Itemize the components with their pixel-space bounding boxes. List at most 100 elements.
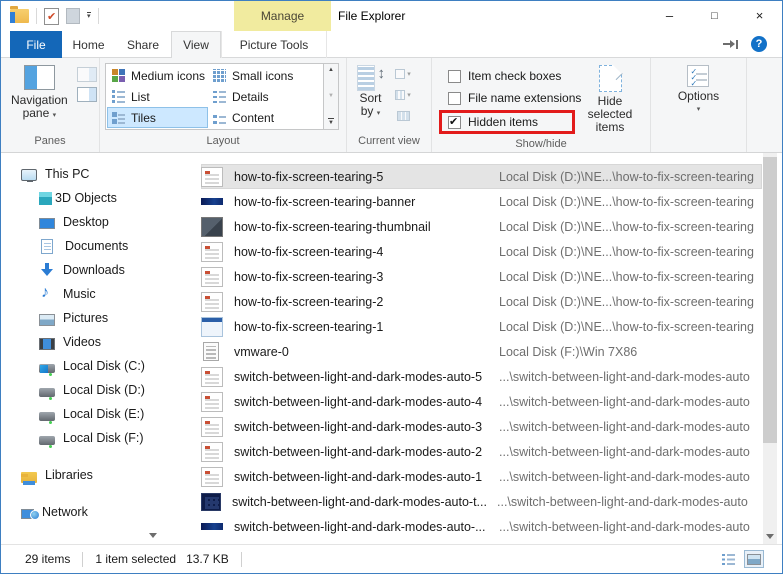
layout-option[interactable]: Tiles (107, 107, 208, 128)
layout-option[interactable]: Small icons (208, 65, 309, 86)
sidebar-item-icon (39, 192, 52, 205)
file-name: switch-between-light-and-dark-modes-auto… (234, 469, 483, 484)
file-thumbnail-icon (203, 342, 219, 361)
window-controls: – □ × (647, 1, 782, 30)
file-row[interactable]: vmware-0 Local Disk (F:)\Win 7X86 (201, 339, 762, 364)
sidebar-item[interactable]: Documents (1, 234, 161, 258)
new-folder-icon[interactable] (66, 8, 80, 24)
sidebar-item[interactable]: Local Disk (C:) (1, 354, 161, 378)
layout-option[interactable]: Content (208, 107, 309, 128)
file-row[interactable]: how-to-fix-screen-tearing-5 Local Disk (… (201, 164, 762, 189)
layout-option-label: Details (232, 89, 269, 104)
add-columns-button[interactable]: ▾ (392, 86, 414, 104)
file-row[interactable]: switch-between-light-and-dark-modes-auto… (201, 464, 762, 489)
quick-access-toolbar: ▾ (1, 1, 99, 31)
scroll-up-icon[interactable]: ▲ (328, 67, 334, 73)
scroll-down-icon[interactable] (766, 534, 774, 539)
tab-picture-tools[interactable]: Picture Tools (221, 31, 327, 58)
file-list-scrollbar[interactable] (763, 153, 777, 544)
show-hide-checkbox-row[interactable]: Hidden items (439, 110, 575, 134)
sidebar-item[interactable]: This PC (1, 162, 161, 186)
sidebar-item[interactable]: 3D Objects (1, 186, 161, 210)
checkbox[interactable] (448, 69, 461, 83)
options-button[interactable]: Options ▾ (673, 63, 724, 118)
layout-option-label: Medium icons (131, 68, 206, 83)
file-location: Local Disk (D:)\NE...\how-to-fix-screen-… (499, 194, 754, 209)
details-pane-button[interactable] (76, 87, 97, 102)
customize-quick-access-icon[interactable]: ▾ (87, 12, 91, 20)
file-row[interactable]: how-to-fix-screen-tearing-3 Local Disk (… (201, 264, 762, 289)
sidebar-item-icon (39, 262, 55, 278)
sidebar-item[interactable]: Network (1, 500, 161, 524)
file-row[interactable]: switch-between-light-and-dark-modes-auto… (201, 439, 762, 464)
title-bar: ▾ Manage File Explorer – □ × (1, 1, 782, 31)
sidebar-item[interactable]: Local Disk (D:) (1, 378, 161, 402)
sidebar-item[interactable]: Desktop (1, 210, 161, 234)
checkbox[interactable] (448, 91, 461, 105)
tab-home[interactable]: Home (62, 31, 115, 58)
checkbox[interactable] (448, 115, 461, 129)
show-hide-checkbox-row[interactable]: Item check boxes (439, 66, 575, 86)
checkbox-label: File name extensions (468, 91, 582, 105)
file-row[interactable]: how-to-fix-screen-tearing-1 Local Disk (… (201, 314, 762, 339)
file-row[interactable]: how-to-fix-screen-tearing-4 Local Disk (… (201, 239, 762, 264)
contextual-tab-manage[interactable]: Manage (234, 1, 331, 31)
scroll-down-icon[interactable]: ▼ (328, 93, 334, 99)
tab-file[interactable]: File (10, 31, 62, 58)
sidebar-item-label: This PC (45, 167, 90, 181)
close-button[interactable]: × (737, 1, 782, 30)
show-hide-checkbox-row[interactable]: File name extensions (439, 88, 581, 108)
properties-check-icon[interactable] (44, 7, 59, 25)
file-thumbnail-icon (201, 391, 223, 412)
sidebar-item[interactable]: Pictures (1, 306, 161, 330)
scrollbar-thumb[interactable] (763, 157, 777, 443)
sidebar-item-label: Network (42, 505, 88, 519)
pin-ribbon-icon[interactable] (723, 39, 738, 50)
group-by-button[interactable]: ▾ (392, 65, 414, 83)
tab-view[interactable]: View (171, 31, 221, 58)
file-row[interactable]: how-to-fix-screen-tearing-banner Local D… (201, 189, 762, 214)
sidebar-item-icon (39, 436, 55, 448)
large-thumbnails-view-button[interactable] (744, 550, 764, 568)
chevron-down-icon: ▾ (52, 112, 57, 119)
minimize-button[interactable]: – (647, 1, 692, 30)
sidebar-item[interactable]: Downloads (1, 258, 161, 282)
file-row[interactable]: how-to-fix-screen-tearing-thumbnail Loca… (201, 214, 762, 239)
size-all-columns-button[interactable] (392, 107, 414, 125)
options-icon (687, 65, 710, 87)
file-row[interactable]: switch-between-light-and-dark-modes-auto… (201, 389, 762, 414)
help-icon[interactable]: ? (751, 36, 767, 52)
scroll-down-icon[interactable] (149, 533, 157, 538)
chevron-down-icon: ▾ (376, 110, 381, 117)
file-row[interactable]: switch-between-light-and-dark-modes-auto… (201, 414, 762, 439)
sidebar-item-icon (39, 364, 55, 376)
hide-selected-items-button[interactable]: Hide selected items (575, 63, 645, 136)
file-row[interactable]: switch-between-light-and-dark-modes-auto… (201, 364, 762, 389)
sidebar-item[interactable]: Libraries (1, 463, 161, 487)
layout-option[interactable]: List (107, 86, 208, 107)
sidebar-item[interactable]: Local Disk (E:) (1, 402, 161, 426)
preview-pane-button[interactable] (76, 67, 97, 82)
sidebar-item[interactable]: Local Disk (F:) (1, 426, 161, 450)
thumbnails-view-icon (747, 553, 761, 565)
details-view-button[interactable] (718, 550, 738, 568)
sidebar-scrollbar[interactable] (147, 153, 159, 544)
maximize-button[interactable]: □ (692, 1, 737, 30)
navigation-pane-button[interactable]: Navigation pane ▾ (6, 63, 73, 124)
sidebar-item[interactable]: Music (1, 282, 161, 306)
file-location: ...\switch-between-light-and-dark-modes-… (499, 369, 750, 384)
layout-option[interactable]: Details (208, 86, 309, 107)
ribbon-filler (747, 58, 782, 152)
file-explorer-app-icon (10, 6, 29, 23)
ribbon-group-options: Options ▾ (651, 58, 747, 152)
sidebar-item-icon (39, 313, 55, 326)
file-row[interactable]: switch-between-light-and-dark-modes-auto… (201, 489, 762, 514)
file-row[interactable]: how-to-fix-screen-tearing-2 Local Disk (… (201, 289, 762, 314)
sidebar-item[interactable]: Videos (1, 330, 161, 354)
file-list: how-to-fix-screen-tearing-5 Local Disk (… (161, 153, 782, 544)
more-layouts-icon[interactable]: ▼ (328, 118, 334, 126)
layout-option[interactable]: Medium icons (107, 65, 208, 86)
file-row[interactable]: switch-between-light-and-dark-modes-auto… (201, 514, 762, 539)
sort-by-button[interactable]: Sort by ▾ (352, 63, 389, 122)
tab-share[interactable]: Share (115, 31, 171, 58)
